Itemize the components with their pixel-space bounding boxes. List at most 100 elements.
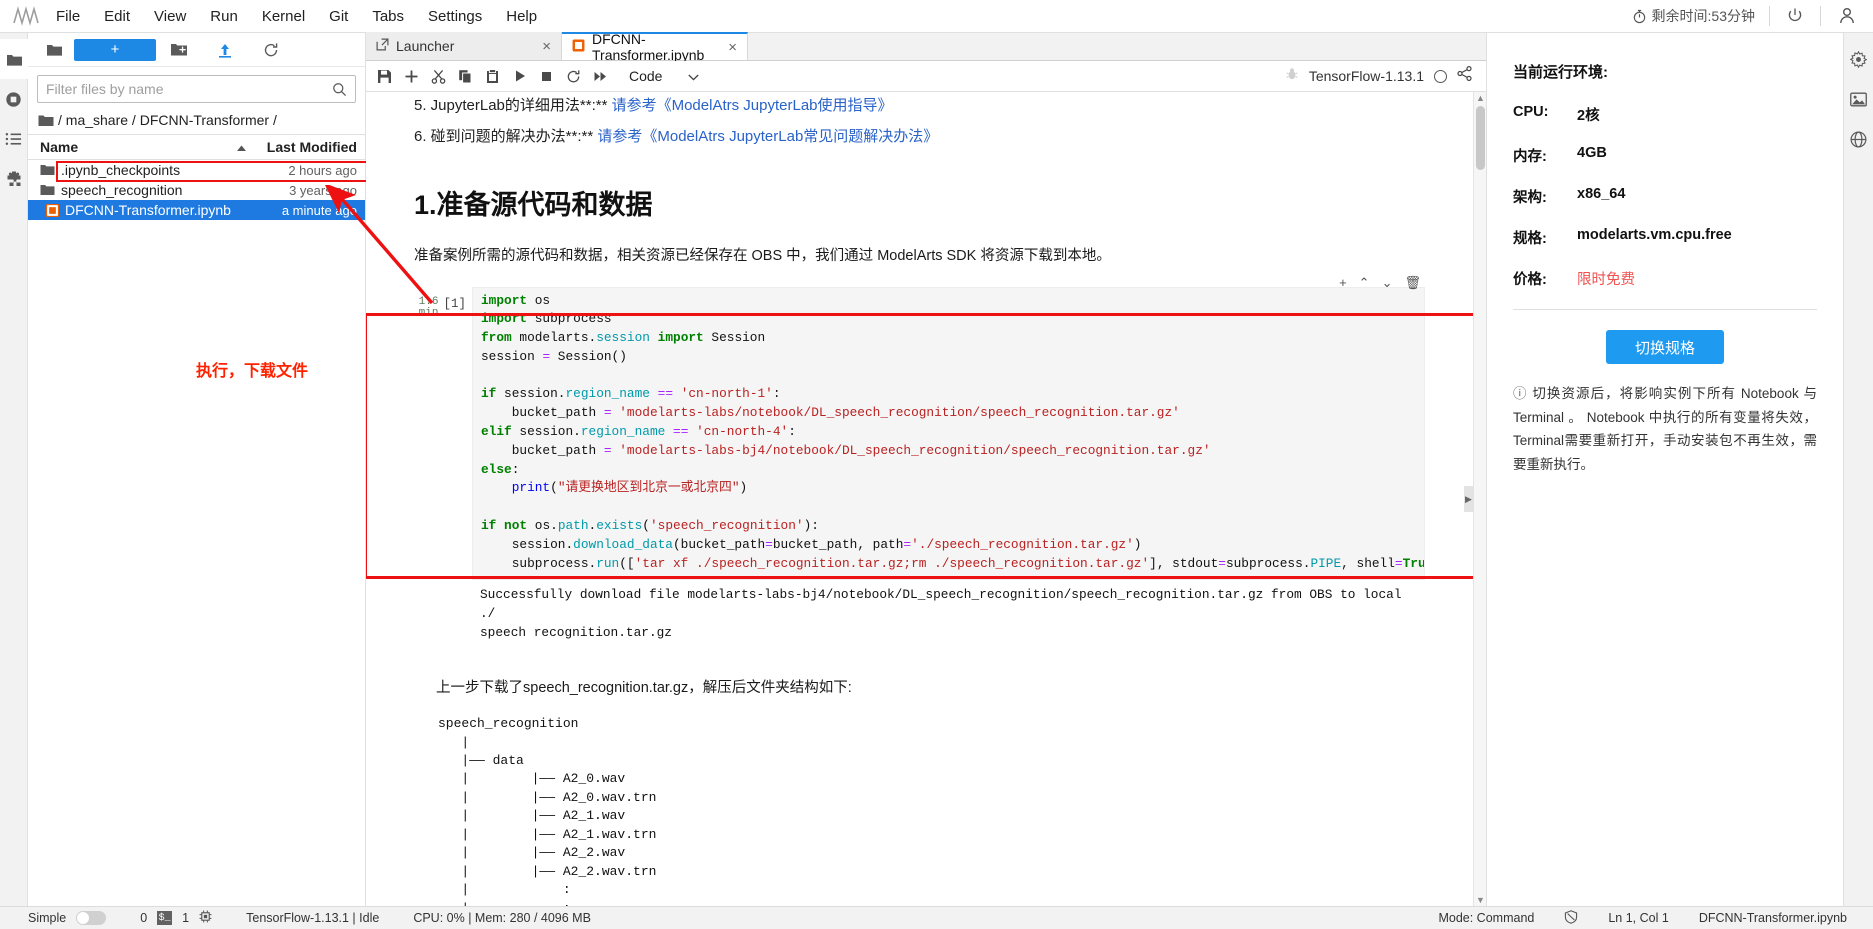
rail-image-viewer[interactable] bbox=[1845, 79, 1873, 119]
cell-type-select[interactable]: Code bbox=[625, 66, 703, 86]
menu-edit[interactable]: Edit bbox=[92, 4, 142, 29]
simple-mode-toggle[interactable] bbox=[76, 911, 107, 925]
cell-type-value: Code bbox=[629, 68, 663, 84]
file-modified-label: 3 years ago bbox=[289, 182, 357, 198]
heading-prepare-source-and-data: 1.准备源代码和数据 bbox=[414, 189, 653, 220]
code-editor[interactable]: import os import subprocess from modelar… bbox=[472, 286, 1425, 581]
terminal-chip-icon[interactable]: $_ bbox=[157, 911, 173, 925]
new-launcher-button[interactable]: + bbox=[74, 38, 156, 61]
move-down-icon[interactable]: ⌄ bbox=[1382, 275, 1393, 291]
scroll-up-arrow-icon[interactable]: ▲ bbox=[1474, 92, 1486, 104]
run-icon[interactable] bbox=[507, 64, 532, 89]
menu-kernel[interactable]: Kernel bbox=[250, 4, 317, 29]
rail-running-terminals[interactable] bbox=[0, 79, 28, 119]
cpu-chip-icon[interactable] bbox=[199, 910, 212, 926]
insert-cell-icon[interactable] bbox=[399, 64, 424, 89]
notebook-scrollbar[interactable]: ▲ ▼ bbox=[1473, 92, 1486, 906]
rail-extension-manager[interactable] bbox=[0, 159, 28, 199]
file-filter-box[interactable] bbox=[37, 75, 356, 103]
menu-items: File Edit View Run Kernel Git Tabs Setti… bbox=[44, 4, 549, 29]
jupyterlab-window: File Edit View Run Kernel Git Tabs Setti… bbox=[0, 0, 1873, 929]
tab-launcher-close-icon[interactable]: × bbox=[528, 38, 551, 55]
cut-icon[interactable] bbox=[426, 64, 451, 89]
rail-help-panel[interactable] bbox=[1845, 119, 1873, 159]
file-list-header: Name Last Modified bbox=[28, 134, 365, 160]
switch-spec-button[interactable]: 切换规格 bbox=[1606, 330, 1724, 364]
menu-file[interactable]: File bbox=[44, 4, 92, 29]
file-list-item[interactable]: DFCNN-Transformer.ipynb a minute ago bbox=[28, 200, 365, 220]
menu-view[interactable]: View bbox=[142, 4, 198, 29]
file-list-item[interactable]: .ipynb_checkpoints 2 hours ago bbox=[28, 160, 365, 180]
column-header-name[interactable]: Name bbox=[28, 139, 257, 155]
scrollbar-thumb[interactable] bbox=[1476, 106, 1485, 170]
new-folder-icon[interactable] bbox=[156, 36, 202, 64]
kernel-status-label[interactable]: TensorFlow-1.13.1 | Idle bbox=[246, 911, 379, 925]
notebook-scroll-area: 5. JupyterLab的详细用法**:** 请参考《ModelAtrs Ju… bbox=[366, 92, 1473, 906]
share-icon[interactable] bbox=[1457, 65, 1472, 86]
rail-property-inspector[interactable] bbox=[1845, 39, 1873, 79]
environment-spec-key: 内存: bbox=[1513, 149, 1547, 165]
cell-runtime-value: 1.6 bbox=[418, 295, 439, 308]
session-timer-label: 剩余时间:53分钟 bbox=[1651, 8, 1755, 24]
restart-icon[interactable] bbox=[561, 64, 586, 89]
menu-help[interactable]: Help bbox=[494, 4, 549, 29]
right-sidebar-rail bbox=[1843, 33, 1873, 906]
environment-spec-value: 限时免费 bbox=[1577, 272, 1635, 288]
user-account-icon[interactable] bbox=[1821, 6, 1873, 26]
refresh-icon[interactable] bbox=[248, 36, 294, 64]
kernel-idle-circle-icon[interactable] bbox=[1434, 69, 1447, 83]
session-timer: 剩余时间:53分钟 bbox=[1618, 6, 1769, 26]
stop-icon[interactable] bbox=[534, 64, 559, 89]
menu-git[interactable]: Git bbox=[317, 4, 360, 29]
add-cell-icon[interactable]: + bbox=[1339, 275, 1347, 291]
tab-dfcnn-transformer[interactable]: DFCNN-Transformer.ipynb × bbox=[562, 31, 748, 63]
search-icon bbox=[333, 82, 347, 96]
notebook-icon bbox=[572, 39, 585, 55]
search-input[interactable] bbox=[46, 81, 332, 97]
markdown-item-5-link[interactable]: 请参考《ModelAtrs JupyterLab使用指导》 bbox=[612, 97, 893, 113]
tab-dfcnn-transformer-close-icon[interactable]: × bbox=[714, 39, 737, 56]
tab-launcher[interactable]: Launcher × bbox=[366, 32, 562, 60]
kernel-name-label[interactable]: TensorFlow-1.13.1 bbox=[1309, 68, 1424, 84]
cursor-position-label: Ln 1, Col 1 bbox=[1608, 911, 1669, 925]
copy-icon[interactable] bbox=[453, 64, 478, 89]
cell-runtime: 1.6 min bbox=[418, 295, 439, 320]
environment-spec-row: 价格: 限时免费 bbox=[1513, 268, 1817, 289]
menu-run[interactable]: Run bbox=[198, 4, 250, 29]
move-up-icon[interactable]: ⌃ bbox=[1359, 275, 1370, 291]
column-header-modified[interactable]: Last Modified bbox=[257, 139, 365, 155]
bug-icon[interactable] bbox=[1285, 67, 1299, 86]
power-icon[interactable] bbox=[1770, 7, 1820, 25]
notebook-toolbar-right: TensorFlow-1.13.1 bbox=[1285, 65, 1480, 86]
rail-file-browser[interactable] bbox=[0, 39, 28, 79]
cell-gutter: 1.6 min [1] bbox=[414, 287, 472, 645]
tab-dfcnn-transformer-label: DFCNN-Transformer.ipynb bbox=[592, 31, 705, 63]
no-entry-icon[interactable] bbox=[1564, 909, 1578, 927]
terminals-count[interactable]: 0 bbox=[140, 911, 147, 925]
rail-table-of-contents[interactable] bbox=[0, 119, 28, 159]
environment-spec-key: CPU: bbox=[1513, 104, 1549, 120]
breadcrumb[interactable]: / ma_share / DFCNN-Transformer / bbox=[28, 109, 365, 134]
file-list-item[interactable]: speech_recognition 3 years ago bbox=[28, 180, 365, 200]
environment-spec-list: CPU: 2核 内存: 4GB 架构: x86_64 规格: modelarts.vm.cpu… bbox=[1513, 104, 1817, 289]
launcher-icon bbox=[376, 38, 389, 54]
save-icon[interactable] bbox=[372, 64, 397, 89]
sort-asc-icon bbox=[236, 139, 247, 155]
file-modified-label: 2 hours ago bbox=[288, 162, 357, 178]
notebook-content: 5. JupyterLab的详细用法**:** 请参考《ModelAtrs Ju… bbox=[366, 92, 1473, 906]
upload-icon[interactable] bbox=[202, 36, 248, 64]
file-browser-toolbar: + bbox=[28, 33, 365, 67]
menu-tabs[interactable]: Tabs bbox=[360, 4, 416, 29]
delete-cell-icon[interactable]: 🗑 bbox=[1404, 275, 1421, 291]
kernels-count[interactable]: 1 bbox=[182, 911, 189, 925]
panel-collapse-handle[interactable]: ▶ bbox=[1464, 486, 1473, 512]
breadcrumb-path: / ma_share / DFCNN-Transformer / bbox=[58, 112, 277, 128]
markdown-item-6-link[interactable]: 请参考《ModelAtrs JupyterLab常见问题解决办法》 bbox=[597, 128, 938, 145]
status-bar-left: Simple 0 $_ 1 TensorFlow-1.13.1 | Idle C… bbox=[10, 910, 591, 926]
markdown-item-6-prefix: 6. 碰到问题的解决办法**:** bbox=[414, 128, 594, 145]
current-file-label: DFCNN-Transformer.ipynb bbox=[1698, 911, 1847, 925]
scroll-down-arrow-icon[interactable]: ▼ bbox=[1474, 894, 1486, 906]
restart-run-all-icon[interactable] bbox=[588, 64, 613, 89]
menu-settings[interactable]: Settings bbox=[416, 4, 494, 29]
paste-icon[interactable] bbox=[480, 64, 505, 89]
